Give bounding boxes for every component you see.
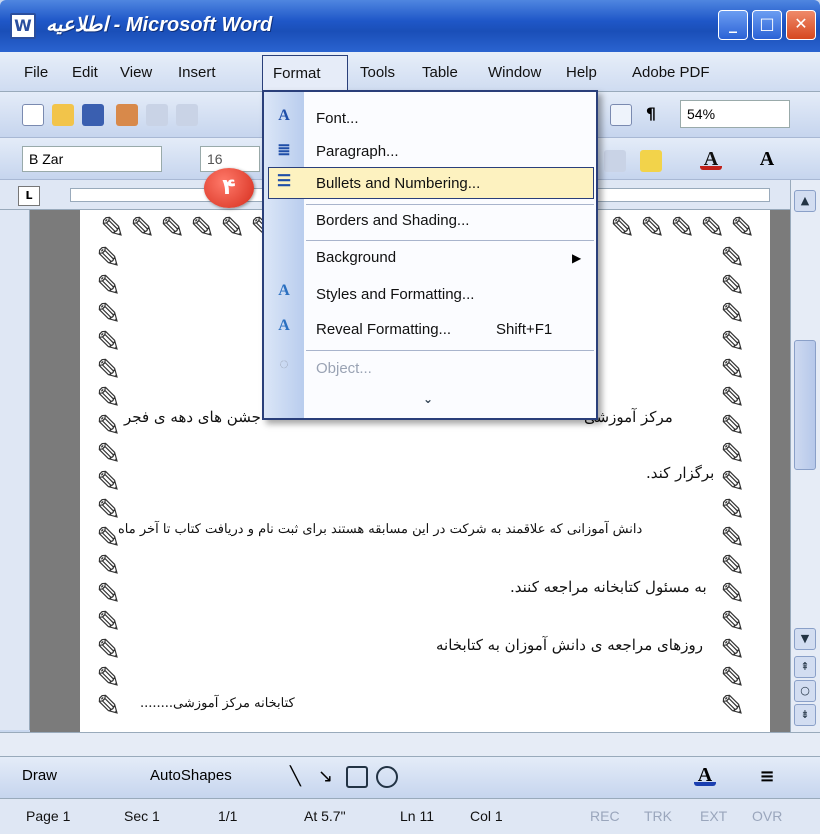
menu-item-styles-formatting[interactable]: Styles and Formatting... <box>316 286 474 303</box>
document-map-icon[interactable] <box>610 104 632 126</box>
doc-line[interactable]: روزهای مراجعه ی دانش آموزان به کتابخانه <box>436 636 703 654</box>
pencil-border-icon: ✎ <box>160 211 186 246</box>
menu-separator <box>306 350 594 351</box>
doc-line[interactable]: به مسئول کتابخانه مراجعه کنند. <box>510 578 707 596</box>
bullets-icon: ☰ <box>276 173 292 190</box>
styles-icon: A <box>278 282 290 299</box>
next-page-button[interactable]: ⇟ <box>794 704 816 726</box>
menu-adobe-pdf[interactable]: Adobe PDF <box>632 64 710 81</box>
doc-line[interactable]: کتابخانه مرکز آموزشی........ <box>140 696 295 711</box>
title-bar: W اطلاعیه - Microsoft Word _ □ ✕ <box>0 0 820 52</box>
word-app-icon[interactable]: W <box>10 13 36 39</box>
font-icon: A <box>278 107 290 124</box>
status-ext[interactable]: EXT <box>700 808 727 824</box>
menu-item-reveal-formatting[interactable]: Reveal Formatting... <box>316 321 451 338</box>
menu-separator <box>306 204 594 205</box>
menu-item-bullets-numbering[interactable]: Bullets and Numbering... <box>316 175 480 192</box>
pencil-border-icon: ✎ <box>640 211 666 246</box>
align-justify-icon[interactable] <box>604 150 626 172</box>
status-pages: 1/1 <box>218 808 238 824</box>
menu-separator <box>306 240 594 241</box>
menu-item-font[interactable]: Font... <box>316 110 359 127</box>
minimize-button[interactable]: _ <box>718 10 748 40</box>
oval-tool-icon[interactable] <box>376 766 398 788</box>
menu-table[interactable]: Table <box>422 64 458 81</box>
menu-edit[interactable]: Edit <box>72 64 98 81</box>
pencil-border-icon: ✎ <box>730 211 756 246</box>
font-color-icon[interactable]: A <box>700 148 722 170</box>
pencil-border-icon: ✎ <box>100 211 126 246</box>
vertical-scroll-thumb[interactable] <box>794 340 816 470</box>
permission-icon[interactable] <box>116 104 138 126</box>
menu-window[interactable]: Window <box>488 64 541 81</box>
menu-format[interactable]: Format <box>262 55 348 91</box>
status-column: Col 1 <box>470 808 503 824</box>
reveal-icon: A <box>278 317 290 334</box>
pencil-border-icon: ✎ <box>220 211 246 246</box>
pencil-border-icon: ✎ <box>190 211 216 246</box>
draw-menu[interactable]: Draw <box>22 767 57 784</box>
doc-line[interactable]: جشن های دهه ی فجر <box>124 408 261 426</box>
status-ovr[interactable]: OVR <box>752 808 782 824</box>
vertical-ruler <box>0 210 30 730</box>
scroll-up-button[interactable]: ▲ <box>794 190 816 212</box>
pencil-border-icon: ✎ <box>670 211 696 246</box>
doc-line[interactable]: برگزار کند. <box>646 464 714 482</box>
rectangle-tool-icon[interactable] <box>346 766 368 788</box>
line-tool-icon[interactable]: ╲ <box>290 766 312 788</box>
reveal-shortcut: Shift+F1 <box>496 321 553 338</box>
print-icon[interactable] <box>146 104 168 126</box>
object-icon: ◌ <box>279 356 289 373</box>
status-line: Ln 11 <box>400 808 434 824</box>
menu-tools[interactable]: Tools <box>360 64 395 81</box>
print-preview-icon[interactable] <box>176 104 198 126</box>
menu-view[interactable]: View <box>120 64 152 81</box>
show-formatting-icon[interactable]: ¶ <box>640 104 662 126</box>
zoom-select[interactable]: 54% <box>680 100 790 128</box>
status-at: At 5.7" <box>304 808 346 824</box>
tab-selector[interactable]: L <box>18 186 40 206</box>
draw-font-color-icon[interactable]: A <box>694 764 716 786</box>
window-title: اطلاعیه - Microsoft Word <box>46 14 273 36</box>
pencil-border-icon: ✎ <box>720 689 746 724</box>
font-name-select[interactable]: B Zar <box>22 146 162 172</box>
pencil-border-icon: ✎ <box>130 211 156 246</box>
menu-item-object[interactable]: Object... <box>316 360 372 377</box>
pencil-border-icon: ✎ <box>96 689 122 724</box>
word-window: W اطلاعیه - Microsoft Word _ □ ✕ File Ed… <box>0 0 820 834</box>
new-document-icon[interactable] <box>22 104 44 126</box>
highlight-icon[interactable] <box>640 150 662 172</box>
status-trk[interactable]: TRK <box>644 808 672 824</box>
maximize-button[interactable]: □ <box>752 10 782 40</box>
pencil-border-icon: ✎ <box>700 211 726 246</box>
close-button[interactable]: ✕ <box>786 10 816 40</box>
select-browse-object-button[interactable]: ○ <box>794 680 816 702</box>
menu-item-paragraph[interactable]: Paragraph... <box>316 143 399 160</box>
menu-file[interactable]: File <box>24 64 48 81</box>
format-menu-dropdown <box>262 90 598 420</box>
status-page: Page 1 <box>26 808 71 824</box>
menu-insert[interactable]: Insert <box>178 64 216 81</box>
autoshapes-menu[interactable]: AutoShapes <box>150 767 232 784</box>
expand-menu-icon[interactable]: ⌄ <box>418 392 438 410</box>
paragraph-icon: ≣ <box>277 142 291 159</box>
status-rec[interactable]: REC <box>590 808 620 824</box>
scroll-down-button[interactable]: ▼ <box>794 628 816 650</box>
save-icon[interactable] <box>82 104 104 126</box>
line-style-icon[interactable]: ≡ <box>756 766 778 788</box>
doc-line[interactable]: دانش آموزانی که علاقمند به شرکت در این م… <box>118 522 642 537</box>
pencil-border-icon: ✎ <box>610 211 636 246</box>
menu-item-background[interactable]: Background <box>316 249 396 266</box>
horizontal-scrollbar[interactable] <box>0 732 820 756</box>
status-section: Sec 1 <box>124 808 160 824</box>
grow-font-icon[interactable]: A <box>756 148 778 170</box>
step-callout-badge: ۴ <box>204 168 254 208</box>
arrow-tool-icon[interactable]: ↘ <box>318 766 340 788</box>
submenu-arrow-icon: ▶ <box>572 251 582 265</box>
menu-item-borders-shading[interactable]: Borders and Shading... <box>316 212 469 229</box>
open-folder-icon[interactable] <box>52 104 74 126</box>
previous-page-button[interactable]: ⇞ <box>794 656 816 678</box>
menu-help[interactable]: Help <box>566 64 597 81</box>
